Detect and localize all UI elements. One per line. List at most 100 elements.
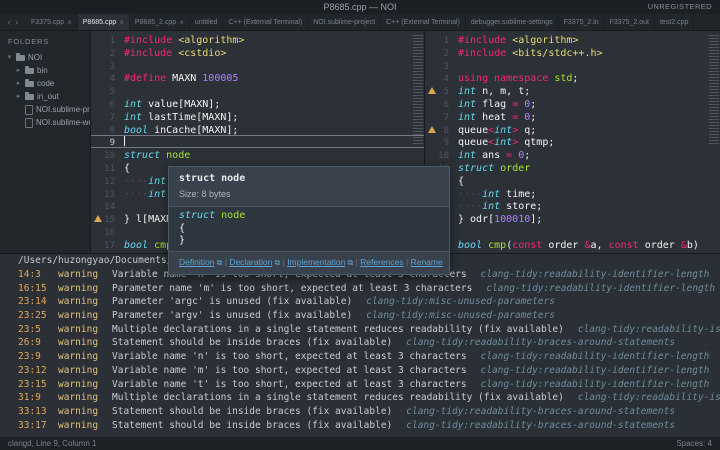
tab-test2-cpp[interactable]: test2.cpp: [655, 14, 695, 30]
code-text: #include <algorithm>: [124, 35, 245, 46]
diagnostic-message: Statement should be inside braces (fix a…: [112, 337, 393, 349]
sidebar-item-noi-sublime-workspace[interactable]: NOI.sublime-workspace: [0, 116, 90, 129]
code-line[interactable]: 6 int value[MAXN];: [91, 97, 424, 110]
code-line[interactable]: 7 int lastTime[MAXN];: [91, 110, 424, 123]
tooltip-size-info: Size: 8 bytes: [179, 189, 231, 199]
tooltip-link-implementation[interactable]: Implementation: [287, 257, 345, 267]
code-line[interactable]: 5 int n, m, t;: [425, 84, 720, 97]
diagnostic-rule: clang-tidy:readability-braces-around-sta…: [406, 337, 676, 349]
sidebar-item-noi[interactable]: ▾ NOI: [0, 51, 90, 64]
tab-p8685-2-cpp[interactable]: P8685_2.cpp ×: [130, 14, 190, 30]
diagnostic-row[interactable]: 23:25 warning Parameter 'argv' is unused (…: [0, 309, 720, 323]
code-text: {: [124, 162, 131, 174]
chevron-right-icon: ▸: [16, 67, 21, 74]
tab-untitled[interactable]: untitled: [190, 14, 224, 30]
code-text: int n, m, t;: [458, 86, 531, 98]
diagnostic-location: 23:14: [18, 296, 47, 308]
diagnostic-row[interactable]: 23:14 warning Parameter 'argc' is unused (…: [0, 295, 720, 309]
warning-icon: [428, 125, 436, 133]
code-line[interactable]: 3: [425, 59, 720, 72]
window-title: P8685.cpp — NOI: [323, 2, 397, 12]
code-text: bool inCache[MAXN];: [124, 124, 239, 136]
tab-label: F3375_2.in: [563, 18, 599, 26]
application-window: P8685.cpp — NOI UNREGISTERED ‹ › F3375.c…: [0, 0, 720, 450]
tab-c-external-terminal[interactable]: C++ (External Terminal): [381, 14, 466, 30]
sidebar-item-noi-sublime-project[interactable]: NOI.sublime-project: [0, 103, 90, 116]
diagnostic-row[interactable]: 26:9 warning Statement should be inside br…: [0, 336, 720, 350]
code-text: #include <algorithm>: [458, 35, 579, 46]
diagnostic-rule: clang-tidy:readability-identifier-length: [480, 351, 710, 363]
diagnostic-row[interactable]: 31:9 warning Multiple declarations in a si…: [0, 391, 720, 405]
minimap-right[interactable]: [709, 35, 719, 145]
diagnostic-row[interactable]: 23:15 warning Variable name 't' is too sho…: [0, 378, 720, 392]
tab-p8685-cpp[interactable]: P8685.cpp ×: [77, 14, 130, 30]
code-line[interactable]: 7 int heat = 0;: [425, 110, 720, 123]
diagnostic-row[interactable]: 23:12 warning Variable name 'm' is too sho…: [0, 364, 720, 378]
tooltip-link-references[interactable]: References: [360, 257, 403, 267]
tooltip-code: struct node{}: [169, 206, 449, 252]
tab-c-external-terminal[interactable]: C++ (External Terminal): [223, 14, 309, 30]
status-indentation[interactable]: Spaces: 4: [676, 439, 712, 448]
diagnostics-panel: /Users/huzongyao/Documents/pr 14:3 warnin…: [0, 253, 720, 437]
tab-nav-forward-icon[interactable]: ›: [15, 17, 18, 28]
code-line[interactable]: 6 int flag = 0;: [425, 97, 720, 110]
diagnostic-row[interactable]: 33:13 warning Statement should be inside b…: [0, 405, 720, 419]
tab-debugger-sublime-settings[interactable]: debugger.sublime-settings: [466, 14, 559, 30]
code-line[interactable]: 8 queue<int> q;: [425, 123, 720, 136]
tooltip-link-definition[interactable]: Definition: [179, 257, 214, 267]
code-line[interactable]: 14····int store;: [425, 199, 720, 212]
tooltip-code-line: struct node: [179, 210, 246, 221]
code-line[interactable]: 3: [91, 59, 424, 72]
tab-noi-sublime-project[interactable]: NOI.sublime-project: [308, 14, 382, 30]
diagnostic-location: 23:15: [18, 378, 47, 390]
editor-pane-right[interactable]: 1 #include <algorithm> 2 #include <bits/std…: [424, 31, 720, 253]
tooltip-link-rename[interactable]: Rename: [411, 257, 443, 267]
sidebar-item-bin[interactable]: ▸ bin: [0, 64, 90, 77]
diagnostic-severity: warning: [58, 282, 99, 294]
code-line[interactable]: 17bool cmp(const order &a, const order &…: [425, 238, 720, 251]
tab-label: C++ (External Terminal): [386, 18, 460, 26]
code-line[interactable]: 1 #include <algorithm>: [425, 33, 720, 46]
sidebar-item-in-out[interactable]: ▸ in_out: [0, 90, 90, 103]
code-text: int flag = 0;: [458, 98, 537, 110]
code-line[interactable]: 16: [425, 225, 720, 238]
tab-nav-back-icon[interactable]: ‹: [8, 17, 11, 28]
tab-close-icon[interactable]: ×: [179, 18, 184, 27]
code-line[interactable]: 4 using namespace std;: [425, 71, 720, 84]
diagnostic-row[interactable]: 23:5 warning Multiple declarations in a si…: [0, 323, 720, 337]
code-text: int ans = 0;: [458, 150, 531, 162]
tab-label: untitled: [194, 18, 218, 26]
tab-close-icon[interactable]: ×: [119, 18, 124, 27]
code-line[interactable]: 4 #define MAXN 100005: [91, 71, 424, 84]
code-line[interactable]: 10 int ans = 0;: [425, 148, 720, 161]
code-line[interactable]: 10 struct node: [91, 148, 424, 161]
code-line[interactable]: 12{: [425, 174, 720, 187]
tab-close-icon[interactable]: ×: [67, 18, 72, 27]
diagnostic-row[interactable]: 33:17 warning Statement should be inside b…: [0, 419, 720, 433]
code-line[interactable]: 8 bool inCache[MAXN];: [91, 123, 424, 136]
tab-label: NOI.sublime-project: [313, 18, 376, 26]
code-line[interactable]: 5: [91, 84, 424, 97]
code-line[interactable]: 15} odr[100010];: [425, 212, 720, 225]
diagnostic-message: Multiple declarations in a single statem…: [112, 323, 564, 335]
folders-header: FOLDERS: [8, 37, 50, 46]
code-line[interactable]: 9: [91, 135, 424, 148]
code-line[interactable]: 13····int time;: [425, 187, 720, 200]
diagnostic-rule: clang-tidy:readability-identifier-length: [486, 282, 716, 294]
code-line[interactable]: 2 #include <bits/stdc++.h>: [425, 46, 720, 59]
code-line[interactable]: 1 #include <algorithm>: [91, 33, 424, 46]
tab-f3375-cpp[interactable]: F3375.cpp ×: [26, 14, 78, 30]
tab-f3375-2-out[interactable]: F3375_2.out: [605, 14, 655, 30]
minimap-left[interactable]: [413, 35, 423, 145]
tooltip-link-declaration[interactable]: Declaration: [229, 257, 272, 267]
tab-label: F3375.cpp: [31, 18, 65, 26]
diagnostic-row[interactable]: 23:9 warning Variable name 'n' is too shor…: [0, 350, 720, 364]
code-line[interactable]: 11struct order: [425, 161, 720, 174]
tab-bar: ‹ › F3375.cpp × P8685.cpp × P8685_2.cpp × unti…: [0, 14, 720, 31]
diagnostic-row[interactable]: 16:15 warning Parameter name 'm' is too sh…: [0, 282, 720, 296]
tab-f3375-2-in[interactable]: F3375_2.in: [559, 14, 605, 30]
code-line[interactable]: 9 queue<int> qtmp;: [425, 135, 720, 148]
code-text: int value[MAXN];: [124, 98, 221, 110]
sidebar-item-code[interactable]: ▸ code: [0, 77, 90, 90]
code-line[interactable]: 2 #include <cstdio>: [91, 46, 424, 59]
